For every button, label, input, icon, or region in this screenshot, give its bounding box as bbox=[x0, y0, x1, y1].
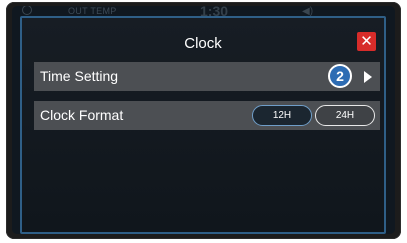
dialog-title: Clock bbox=[184, 35, 222, 52]
screen: OUT TEMP 1:30 ◀) Clock ✕ Time Setting 2 … bbox=[12, 6, 395, 234]
close-icon: ✕ bbox=[360, 33, 373, 50]
close-button[interactable]: ✕ bbox=[357, 32, 376, 51]
time-setting-label: Time Setting bbox=[40, 68, 119, 84]
out-temp-label: OUT TEMP bbox=[68, 6, 117, 16]
step-badge: 2 bbox=[328, 64, 352, 88]
time-setting-row[interactable]: Time Setting 2 bbox=[34, 62, 380, 91]
clock-dialog: Clock ✕ Time Setting 2 Clock Format 12H … bbox=[20, 16, 386, 234]
clock-format-row: Clock Format 12H 24H bbox=[34, 101, 380, 130]
format-12h-button[interactable]: 12H bbox=[252, 105, 312, 126]
status-circle-icon bbox=[22, 6, 32, 15]
clock-format-label: Clock Format bbox=[40, 107, 124, 123]
format-24h-button[interactable]: 24H bbox=[315, 105, 375, 126]
chevron-right-icon bbox=[364, 71, 372, 83]
